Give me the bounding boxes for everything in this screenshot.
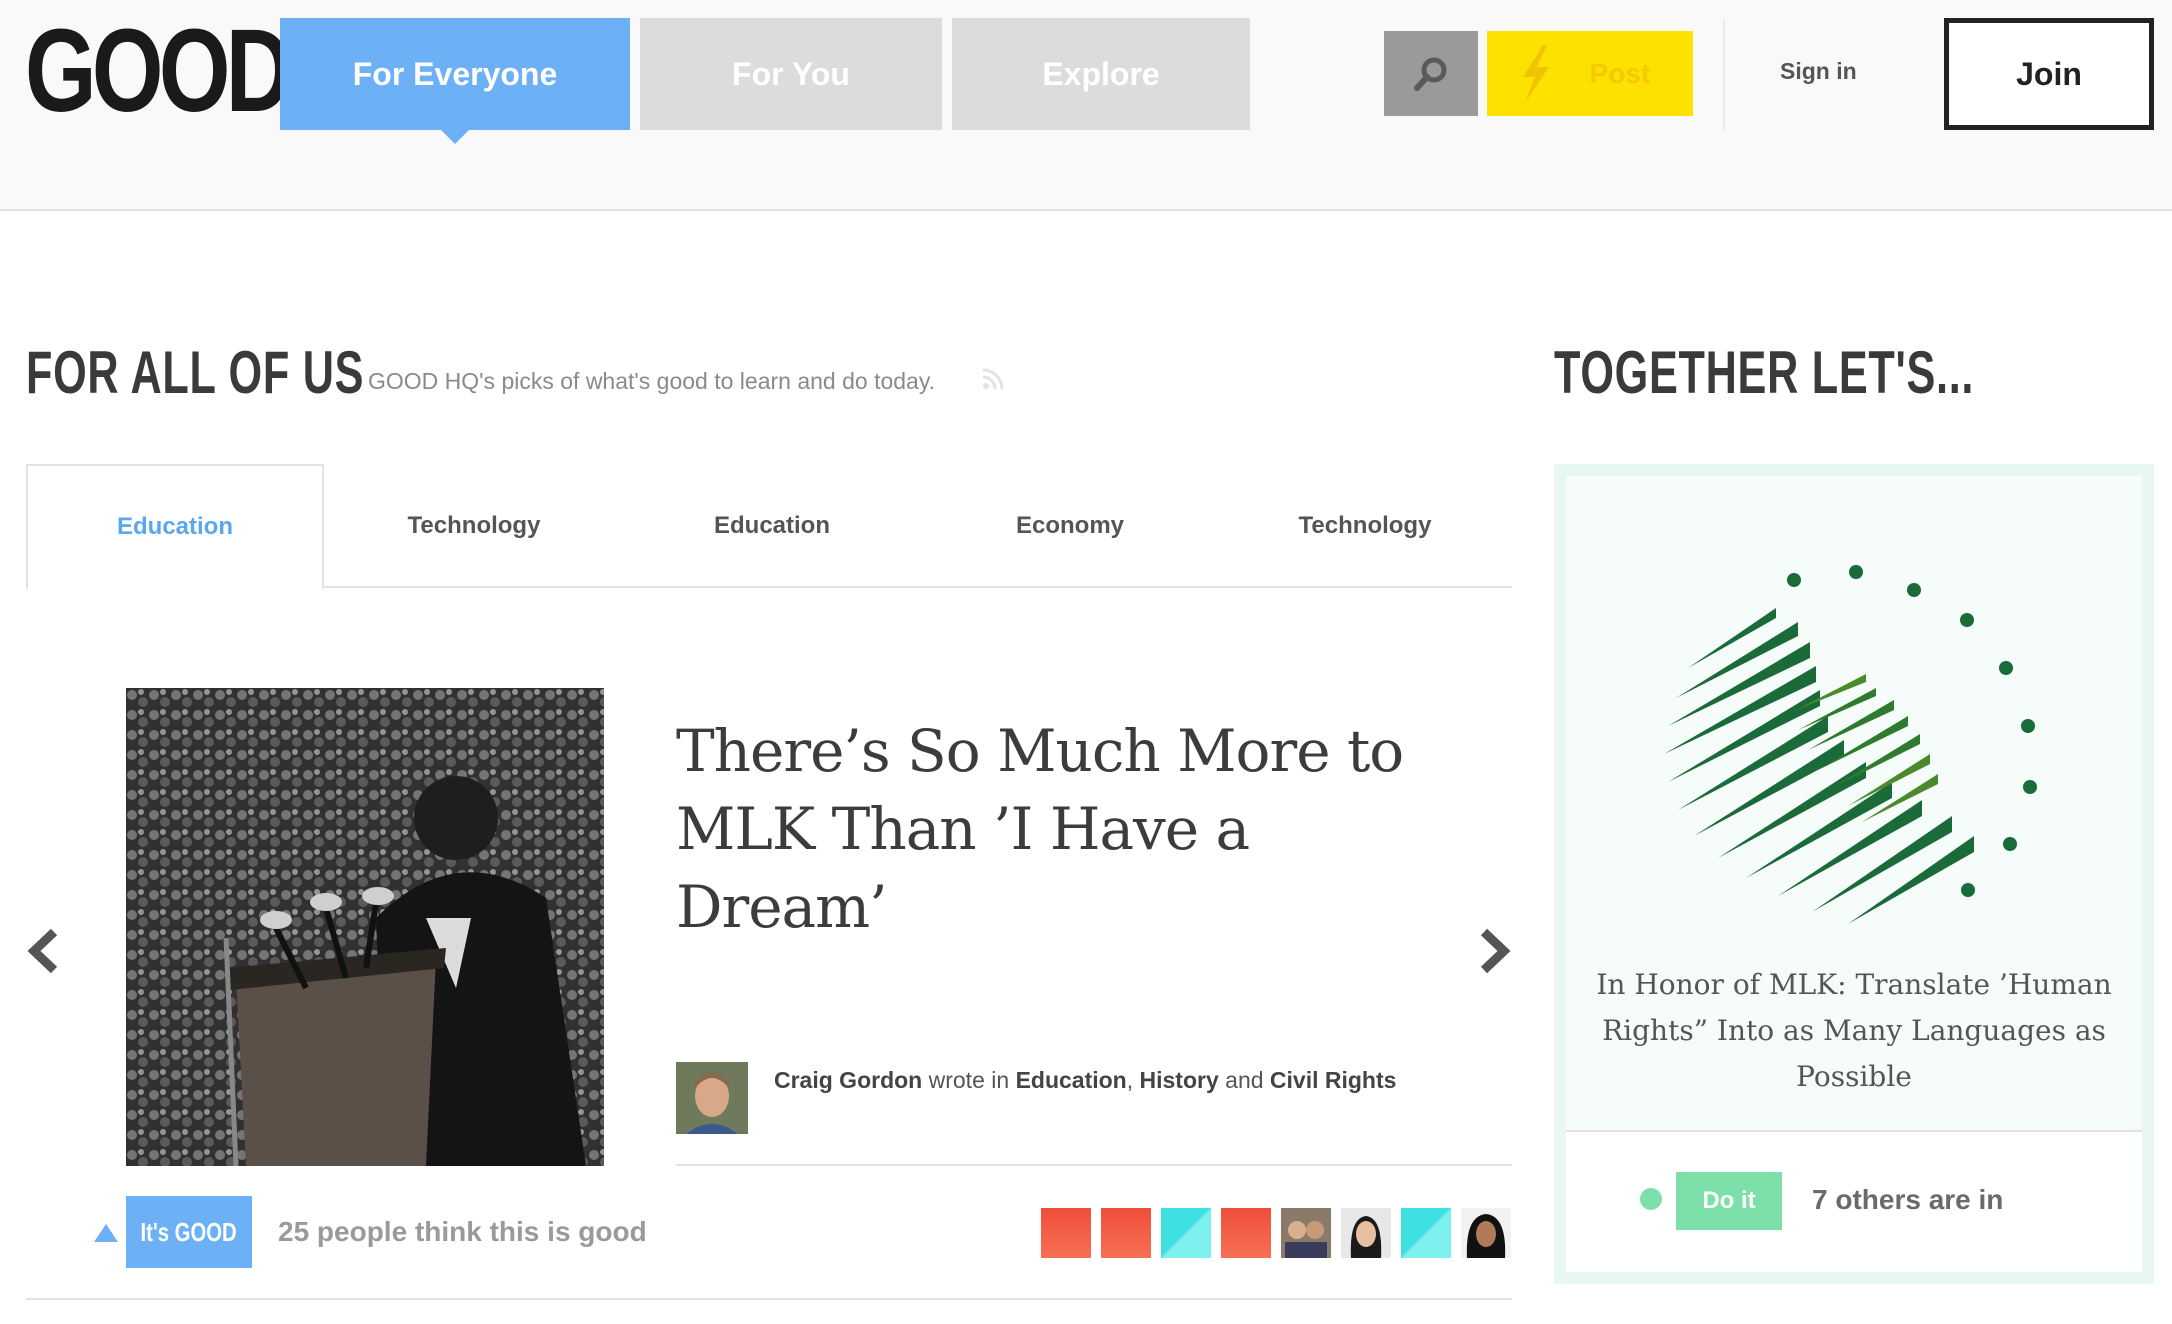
carousel-next-arrow-icon[interactable] xyxy=(1478,928,1512,974)
supporter-avatar[interactable] xyxy=(1461,1208,1511,1258)
supporter-avatar[interactable] xyxy=(1161,1208,1211,1258)
do-it-button[interactable]: Do it xyxy=(1676,1172,1782,1230)
supporter-photo xyxy=(1341,1208,1391,1258)
feature-divider xyxy=(676,1164,1512,1166)
tab-for-you[interactable]: For You xyxy=(640,18,942,130)
category-label: Technology xyxy=(407,512,541,539)
tab-label: For Everyone xyxy=(352,55,558,92)
supporter-photo xyxy=(1281,1208,1331,1258)
supporter-avatar[interactable] xyxy=(1341,1208,1391,1258)
sidebar-title: TOGETHER LET'S... xyxy=(1554,339,1975,406)
category-label: Economy xyxy=(1015,512,1125,539)
supporter-photo xyxy=(1461,1208,1511,1258)
good-count: 25 people think this is good xyxy=(278,1216,647,1247)
section-title: FOR ALL OF US xyxy=(26,339,365,406)
status-dot-icon xyxy=(1640,1188,1662,1210)
supporter-avatar[interactable] xyxy=(1041,1208,1091,1258)
human-rights-logo xyxy=(1664,565,2037,924)
post-button[interactable]: Post xyxy=(1487,31,1693,116)
author-name[interactable]: Craig Gordon xyxy=(774,1067,922,1093)
header-divider xyxy=(1723,18,1725,130)
tab-explore[interactable]: Explore xyxy=(952,18,1250,130)
category-tab-economy[interactable]: Economy xyxy=(922,464,1218,588)
carousel-prev-arrow-icon[interactable] xyxy=(26,928,60,974)
participants-count: 7 others are in xyxy=(1812,1184,2004,1215)
lightning-bolt-icon xyxy=(1523,45,1549,103)
category-tabs: Education Technology Education Economy T… xyxy=(26,464,1512,590)
good-logo[interactable]: GOOD xyxy=(25,9,292,134)
action-card-title[interactable]: In Honor of MLK: Translate ’Human Rights… xyxy=(1594,962,2114,1100)
site-header: GOOD For Everyone For You Explore Post S… xyxy=(0,0,2172,211)
sign-in-link[interactable]: Sign in xyxy=(1780,58,1857,85)
its-good-button[interactable]: It's GOOD xyxy=(126,1196,252,1268)
byline: Craig Gordon wrote in Education, History… xyxy=(774,1067,1396,1094)
author-photo xyxy=(676,1062,748,1134)
supporter-avatar[interactable] xyxy=(1281,1208,1331,1258)
feature-headline[interactable]: There’s So Much More to MLK Than ’I Have… xyxy=(676,712,1436,946)
topic-link[interactable]: Civil Rights xyxy=(1270,1067,1397,1093)
author-avatar[interactable] xyxy=(676,1062,748,1134)
category-label: Education xyxy=(116,513,233,540)
upvote-arrow-icon[interactable] xyxy=(94,1224,118,1242)
and-text: and xyxy=(1225,1067,1264,1093)
category-tab-technology[interactable]: Technology xyxy=(326,464,622,588)
active-tab-caret xyxy=(441,130,469,144)
join-button[interactable]: Join xyxy=(1944,18,2154,130)
category-tab-education[interactable]: Education xyxy=(26,464,324,590)
its-good-label: It's GOOD xyxy=(140,1216,238,1247)
section-subtitle: GOOD HQ's picks of what's good to learn … xyxy=(368,368,936,394)
supporter-avatars xyxy=(1041,1208,1511,1258)
mlk-speech-photo xyxy=(126,688,604,1166)
category-label: Education xyxy=(713,512,830,539)
topic-separator: , xyxy=(1126,1067,1134,1093)
supporter-avatar[interactable] xyxy=(1101,1208,1151,1258)
supporter-avatar[interactable] xyxy=(1401,1208,1451,1258)
supporter-avatar[interactable] xyxy=(1221,1208,1271,1258)
search-button[interactable] xyxy=(1384,31,1478,116)
category-tab-education[interactable]: Education xyxy=(624,464,920,588)
post-label: Post xyxy=(1589,57,1651,89)
tab-for-everyone[interactable]: For Everyone xyxy=(280,18,630,144)
topic-link[interactable]: Education xyxy=(1016,1067,1127,1093)
rss-icon[interactable] xyxy=(982,368,1004,390)
tab-label: For You xyxy=(732,55,850,92)
wrote-in-text: wrote in xyxy=(928,1067,1010,1093)
tab-label: Explore xyxy=(1042,55,1160,92)
category-label: Technology xyxy=(1298,512,1432,539)
section-bottom-divider xyxy=(26,1298,1512,1300)
search-icon xyxy=(1414,57,1447,91)
topic-link[interactable]: History xyxy=(1140,1067,1219,1093)
category-tab-technology[interactable]: Technology xyxy=(1218,464,1512,588)
feature-photo[interactable] xyxy=(126,688,604,1166)
